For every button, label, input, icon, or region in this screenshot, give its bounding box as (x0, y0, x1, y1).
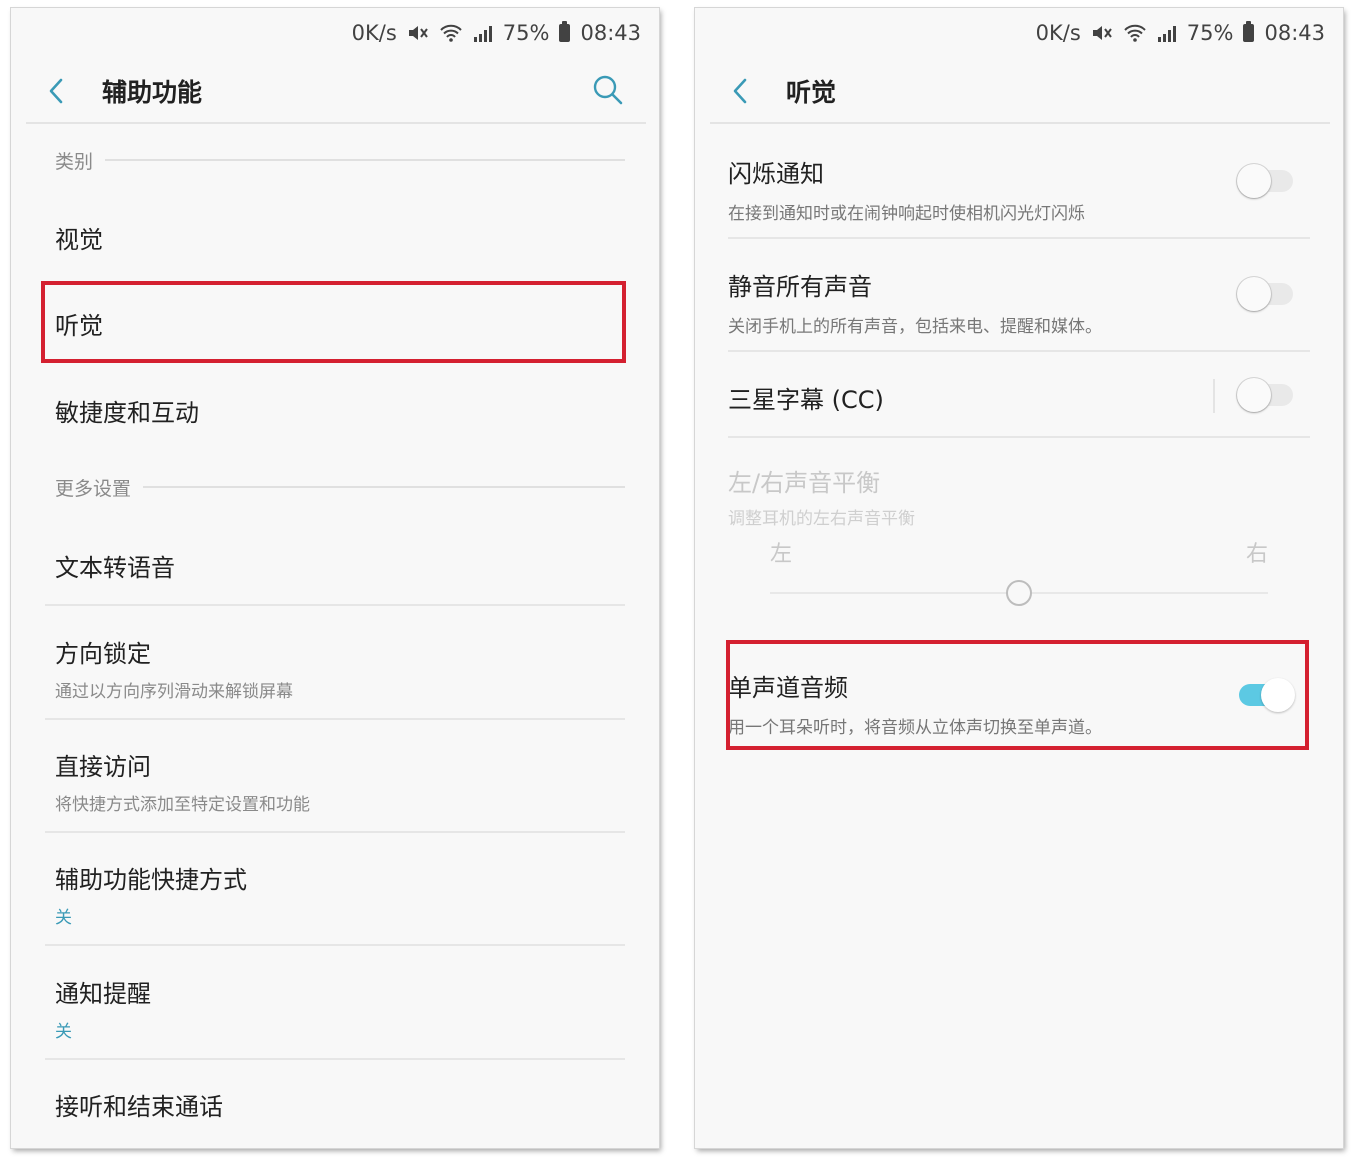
divider (45, 944, 625, 946)
list-item-notification-reminder[interactable]: 通知提醒 关 (45, 974, 625, 1042)
section-header-category: 类别 (55, 145, 625, 175)
mono-audio-switch[interactable] (1237, 678, 1295, 712)
clock: 08:43 (580, 21, 641, 45)
wifi-icon (439, 23, 463, 43)
section-label: 类别 (55, 150, 94, 173)
divider (45, 1058, 625, 1060)
status-bar: 0K/s 75% 08:43 (695, 8, 1343, 58)
item-subtitle: 将快捷方式添加至特定设置和功能 (55, 795, 310, 815)
item-title: 接听和结束通话 (55, 1093, 223, 1121)
battery-percent: 75% (502, 21, 550, 45)
list-item-dexterity[interactable]: 敏捷度和互动 (45, 393, 625, 428)
page-title: 听觉 (786, 78, 837, 107)
setting-title: 单声道音频 (728, 674, 848, 702)
list-item-accessibility-shortcut[interactable]: 辅助功能快捷方式 关 (45, 860, 625, 928)
divider (45, 718, 625, 720)
balance-slider-thumb[interactable] (1006, 580, 1032, 606)
phone-screen-hearing: 0K/s 75% 08:43 听觉 闪烁通知 在接到通知时或在闹钟响起时使相机闪… (695, 8, 1343, 1148)
list-item-vision[interactable]: 视觉 (45, 220, 625, 255)
battery-icon (559, 21, 571, 42)
setting-mute-all-sounds[interactable]: 静音所有声音 关闭手机上的所有声音，包括来电、提醒和媒体。 (728, 267, 1295, 337)
vertical-separator (1213, 379, 1215, 413)
balance-slider-labels: 左 右 (770, 536, 1268, 568)
page-title: 辅助功能 (102, 78, 203, 107)
wifi-icon (1123, 23, 1147, 43)
signal-icon (473, 24, 493, 42)
app-bar: 辅助功能 (26, 60, 646, 124)
setting-title: 三星字幕 (CC) (728, 386, 884, 414)
balance-right-label: 右 (1245, 542, 1268, 567)
switch-thumb (1237, 164, 1271, 198)
list-item-direct-access[interactable]: 直接访问 将快捷方式添加至特定设置和功能 (45, 747, 625, 815)
search-icon[interactable] (588, 70, 628, 110)
list-item-direction-lock[interactable]: 方向锁定 通过以方向序列滑动来解锁屏幕 (45, 634, 625, 702)
item-status: 关 (55, 1022, 72, 1042)
section-divider (143, 486, 625, 488)
setting-subtitle: 在接到通知时或在闹钟响起时使相机闪光灯闪烁 (728, 204, 1085, 224)
list-item-hearing[interactable]: 听觉 (45, 306, 625, 341)
divider (45, 831, 625, 833)
mute-icon (1091, 23, 1113, 43)
back-arrow-icon[interactable] (716, 67, 764, 115)
item-title: 视觉 (55, 226, 103, 254)
section-header-more: 更多设置 (55, 472, 625, 502)
mute-icon (407, 23, 429, 43)
item-title: 通知提醒 (55, 980, 151, 1008)
switch-thumb (1261, 678, 1295, 712)
list-item-answer-end-calls[interactable]: 接听和结束通话 (45, 1087, 625, 1122)
setting-samsung-subtitles[interactable]: 三星字幕 (CC) (728, 380, 1295, 415)
setting-subtitle: 用一个耳朵听时，将音频从立体声切换至单声道。 (728, 718, 1102, 738)
switch-thumb (1237, 378, 1271, 412)
setting-subtitle: 调整耳机的左右声音平衡 (728, 509, 915, 529)
balance-left-label: 左 (770, 542, 793, 567)
mute-all-sounds-switch[interactable] (1237, 277, 1295, 311)
network-speed: 0K/s (1035, 21, 1081, 45)
item-title: 方向锁定 (55, 640, 151, 668)
status-bar: 0K/s 75% 08:43 (11, 8, 659, 58)
item-status: 关 (55, 908, 72, 928)
samsung-subtitles-switch[interactable] (1237, 378, 1295, 412)
item-title: 听觉 (55, 312, 103, 340)
back-arrow-icon[interactable] (32, 67, 80, 115)
divider (728, 237, 1310, 239)
setting-sound-balance: 左/右声音平衡 调整耳机的左右声音平衡 (728, 463, 1295, 529)
setting-flash-notification[interactable]: 闪烁通知 在接到通知时或在闹钟响起时使相机闪光灯闪烁 (728, 154, 1295, 224)
item-title: 直接访问 (55, 753, 151, 781)
section-label: 更多设置 (55, 477, 132, 500)
item-title: 辅助功能快捷方式 (55, 866, 247, 894)
battery-percent: 75% (1186, 21, 1234, 45)
setting-subtitle: 关闭手机上的所有声音，包括来电、提醒和媒体。 (728, 317, 1102, 337)
flash-notification-switch[interactable] (1237, 164, 1295, 198)
section-divider (105, 159, 625, 161)
setting-title: 左/右声音平衡 (728, 469, 881, 497)
item-subtitle: 通过以方向序列滑动来解锁屏幕 (55, 682, 293, 702)
signal-icon (1157, 24, 1177, 42)
item-title: 敏捷度和互动 (55, 399, 199, 427)
divider (728, 436, 1310, 438)
setting-mono-audio[interactable]: 单声道音频 用一个耳朵听时，将音频从立体声切换至单声道。 (728, 668, 1295, 738)
setting-title: 静音所有声音 (728, 273, 872, 301)
clock: 08:43 (1264, 21, 1325, 45)
divider (45, 604, 625, 606)
setting-title: 闪烁通知 (728, 160, 824, 188)
item-title: 文本转语音 (55, 554, 175, 582)
battery-icon (1243, 21, 1255, 42)
list-item-tts[interactable]: 文本转语音 (45, 548, 625, 583)
phone-screen-accessibility: 0K/s 75% 08:43 辅助功能 类别 视觉 听觉 敏捷度和互动 更多设置… (11, 8, 659, 1148)
switch-thumb (1237, 277, 1271, 311)
divider (728, 350, 1310, 352)
app-bar: 听觉 (710, 60, 1330, 124)
network-speed: 0K/s (351, 21, 397, 45)
